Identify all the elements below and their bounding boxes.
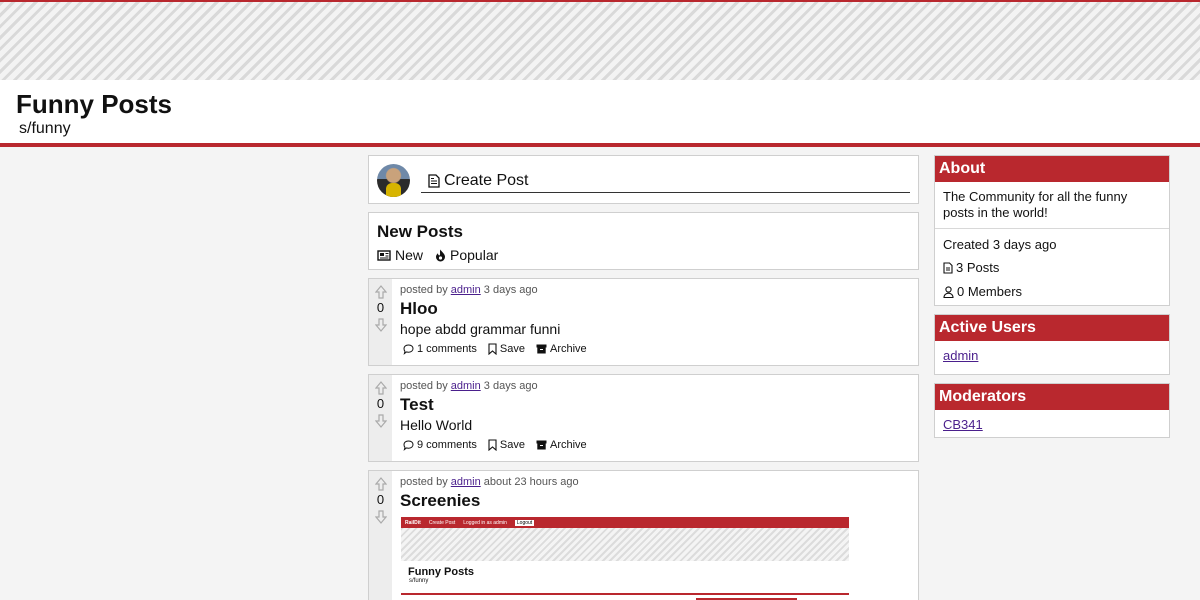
moderator-link[interactable]: CB341 xyxy=(943,417,983,432)
about-heading: About xyxy=(935,156,1169,182)
moderators-panel: Moderators CB341 xyxy=(934,383,1170,438)
comment-icon xyxy=(403,343,414,355)
comment-icon xyxy=(403,439,414,451)
archive-icon xyxy=(536,344,547,354)
post-card[interactable]: 0 posted by admin 3 days ago Test Hello … xyxy=(368,374,919,462)
page-title: Funny Posts xyxy=(16,89,173,119)
upvote-arrow-icon[interactable] xyxy=(373,379,389,396)
user-icon xyxy=(943,285,954,298)
post-actions: 9 comments Save Archive xyxy=(400,439,910,451)
post-count: 3 Posts xyxy=(935,255,1169,279)
active-user-link[interactable]: admin xyxy=(943,348,978,363)
post-author-link[interactable]: admin xyxy=(451,380,481,392)
vote-score: 0 xyxy=(376,300,385,315)
save-button[interactable]: Save xyxy=(488,439,525,451)
avatar[interactable] xyxy=(377,164,410,197)
post-body: hope abdd grammar funni xyxy=(400,321,561,337)
post-title[interactable]: Screenies xyxy=(400,490,910,511)
post-author-link[interactable]: admin xyxy=(451,284,481,296)
post-image[interactable]: RailDit Create Post Logged in as admin L… xyxy=(401,517,849,600)
sort-popular-button[interactable]: Popular xyxy=(435,247,498,263)
post-card[interactable]: 0 posted by admin about 23 hours ago Scr… xyxy=(368,470,919,600)
comments-button[interactable]: 1 comments xyxy=(403,343,477,355)
save-button[interactable]: Save xyxy=(488,343,525,355)
moderators-heading: Moderators xyxy=(935,384,1169,410)
active-users-panel: Active Users admin xyxy=(934,314,1170,375)
sort-options: New Popular xyxy=(377,247,498,263)
vote-score: 0 xyxy=(376,396,385,411)
archive-button[interactable]: Archive xyxy=(536,439,587,451)
vote-column: 0 xyxy=(369,279,392,365)
create-post-input[interactable]: Create Post xyxy=(421,170,910,193)
header-banner xyxy=(0,0,1200,80)
post-title[interactable]: Hloo xyxy=(400,298,910,319)
upvote-arrow-icon[interactable] xyxy=(373,283,389,300)
screenshot-navbar: RailDit Create Post Logged in as admin L… xyxy=(401,517,849,528)
sort-popular-label: Popular xyxy=(450,247,499,263)
create-post-label: Create Post xyxy=(444,172,529,189)
community-header: Funny Posts s/funny xyxy=(0,80,1200,147)
archive-icon xyxy=(536,440,547,450)
post-author-link[interactable]: admin xyxy=(451,476,481,488)
sort-new-button[interactable]: New xyxy=(377,247,423,263)
member-count: 0 Members xyxy=(935,279,1169,303)
sort-new-label: New xyxy=(395,247,424,263)
subreddit-name: s/funny xyxy=(19,120,71,137)
comments-button[interactable]: 9 comments xyxy=(403,439,477,451)
section-title: New Posts xyxy=(377,222,463,241)
post-title[interactable]: Test xyxy=(400,394,910,415)
downvote-arrow-icon[interactable] xyxy=(373,508,389,525)
about-panel: About The Community for all the funny po… xyxy=(934,155,1170,306)
post-card[interactable]: 0 posted by admin 3 days ago Hloo hope a… xyxy=(368,278,919,366)
bookmark-icon xyxy=(488,343,497,355)
post-meta: posted by admin 3 days ago xyxy=(400,380,538,392)
bookmark-icon xyxy=(488,439,497,451)
post-body: Hello World xyxy=(400,417,473,433)
post-actions: 1 comments Save Archive xyxy=(400,343,910,355)
post-meta: posted by admin 3 days ago xyxy=(400,284,538,296)
vote-column: 0 xyxy=(369,471,392,600)
downvote-arrow-icon[interactable] xyxy=(373,316,389,333)
archive-button[interactable]: Archive xyxy=(536,343,587,355)
community-description: The Community for all the funny posts in… xyxy=(943,189,1128,220)
newspaper-icon xyxy=(377,249,391,261)
created-date: Created 3 days ago xyxy=(943,237,1057,252)
document-icon xyxy=(943,261,953,274)
create-post-card: Create Post xyxy=(368,155,919,204)
fire-icon xyxy=(435,249,446,262)
downvote-arrow-icon[interactable] xyxy=(373,412,389,429)
document-icon xyxy=(428,174,440,188)
upvote-arrow-icon[interactable] xyxy=(373,475,389,492)
sort-card: New Posts New Popular xyxy=(368,212,919,270)
active-users-heading: Active Users xyxy=(935,315,1169,341)
post-meta: posted by admin about 23 hours ago xyxy=(400,476,579,488)
vote-column: 0 xyxy=(369,375,392,461)
vote-score: 0 xyxy=(376,492,385,507)
